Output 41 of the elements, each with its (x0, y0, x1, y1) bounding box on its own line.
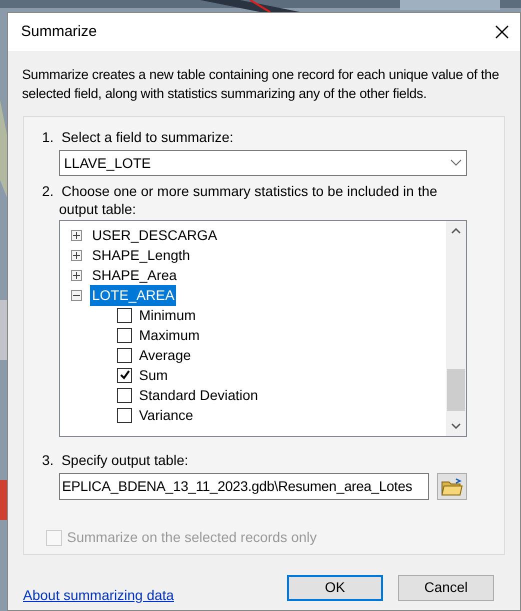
close-icon[interactable] (494, 24, 510, 40)
checkbox[interactable] (117, 368, 132, 382)
checkbox[interactable] (117, 328, 132, 342)
description-text: Summarize creates a new table containing one record for each unique value of the selected field, along with statistics summarizing any of the other fields. (22, 66, 500, 103)
field-dropdown[interactable]: LLAVE_LOTE (59, 150, 467, 176)
step-label: 2. Choose one or more summary statistics to be included in the output table: (42, 182, 438, 218)
expand-icon[interactable] (71, 230, 82, 240)
tree-item[interactable]: LOTE_AREA (90, 284, 176, 306)
checkbox-label: Standard Deviation (139, 386, 258, 404)
collapse-icon[interactable] (71, 290, 82, 300)
scrollbar[interactable] (446, 221, 466, 436)
field-value: EPLICA_BDENA_13_11_2023.gdb\Resumen_area_Lotes (62, 477, 412, 496)
checkbox-label: Minimum (139, 306, 196, 324)
expand-icon[interactable] (71, 250, 82, 260)
output-table-field[interactable]: EPLICA_BDENA_13_11_2023.gdb\Resumen_area_Lotes (59, 473, 429, 500)
checkbox[interactable] (117, 388, 132, 402)
scroll-thumb[interactable] (447, 369, 465, 411)
checkbox-label: Sum (139, 366, 168, 384)
dropdown-value: LLAVE_LOTE (64, 154, 151, 173)
step-label: 3. Specify output table: (42, 451, 190, 470)
checkbox[interactable] (117, 308, 132, 322)
checkbox-label: Variance (139, 406, 194, 424)
browse-button[interactable] (437, 473, 467, 500)
window-title: Summarize (21, 22, 97, 42)
checkbox-label: Summarize on the selected records only (67, 528, 317, 547)
checkbox-label: Maximum (139, 326, 200, 344)
scroll-up-icon[interactable] (451, 227, 461, 234)
dialog-button[interactable]: Cancel (398, 574, 494, 600)
expand-icon[interactable] (71, 270, 82, 280)
folder-icon (441, 478, 463, 496)
tree-item[interactable]: SHAPE_Length (90, 244, 192, 266)
checkbox[interactable] (117, 408, 132, 422)
checkbox[interactable] (117, 348, 132, 362)
step-label: 1. Select a field to summarize: (42, 128, 234, 147)
tree-item[interactable]: SHAPE_Area (90, 264, 179, 286)
scroll-down-icon[interactable] (451, 423, 461, 430)
tree-item[interactable]: USER_DESCARGA (90, 224, 220, 246)
chevron-down-icon (450, 159, 462, 167)
checkbox-label: Average (139, 346, 191, 365)
help-link[interactable]: About summarizing data (23, 585, 174, 606)
dialog-button[interactable]: OK (287, 574, 383, 600)
